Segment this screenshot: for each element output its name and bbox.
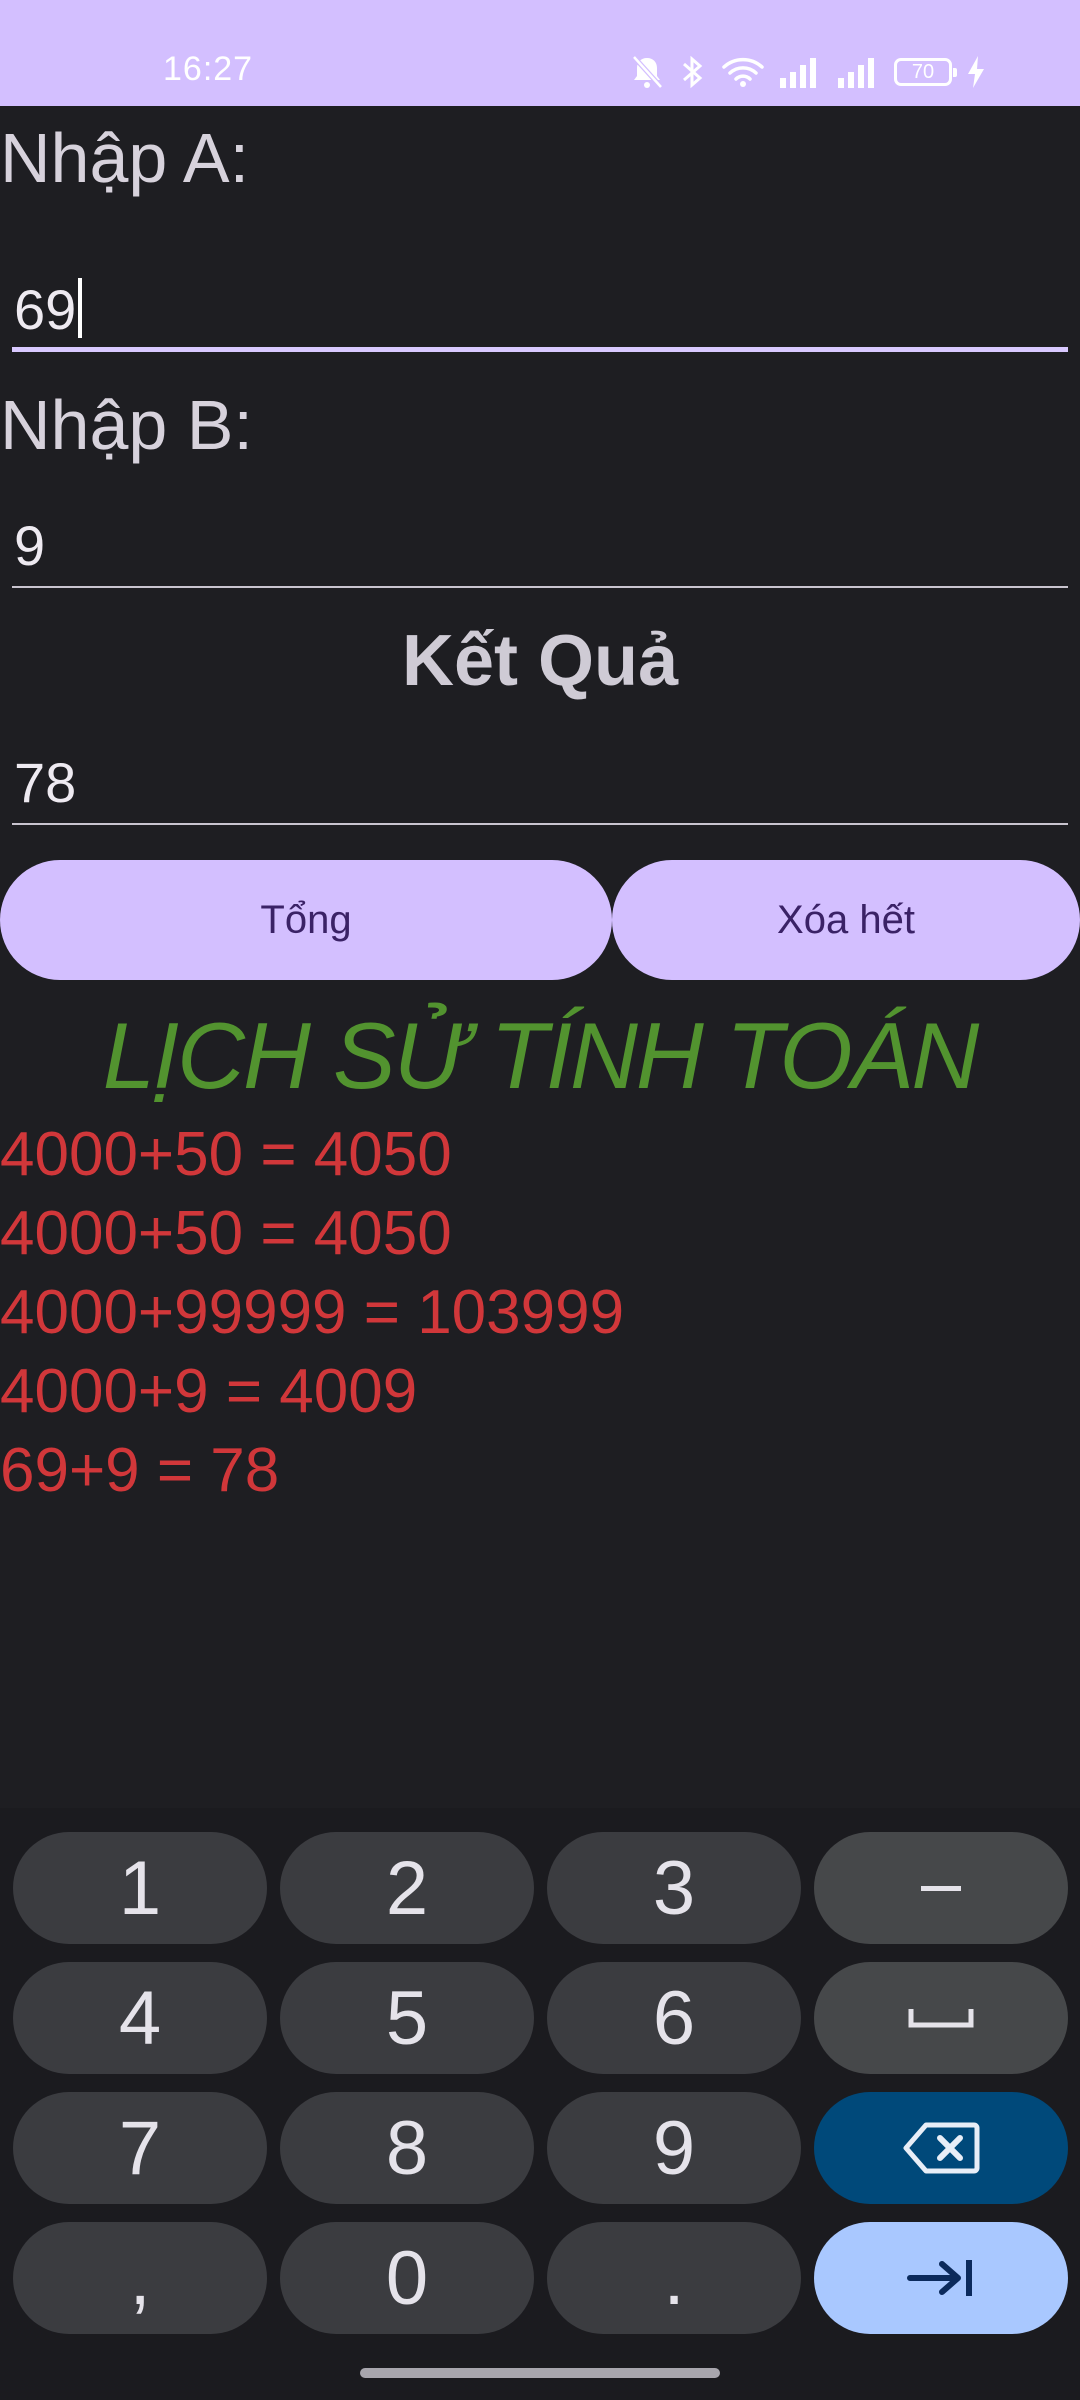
label-b: Nhập B: xyxy=(0,386,253,464)
charging-icon xyxy=(966,55,986,89)
backspace-icon xyxy=(903,2122,980,2174)
history-item: 4000+99999 = 103999 xyxy=(0,1278,625,1347)
input-a-field[interactable]: 69 xyxy=(12,272,1068,352)
key-comma[interactable]: , xyxy=(13,2222,267,2334)
minus-icon xyxy=(921,1886,961,1891)
result-underline xyxy=(12,823,1068,825)
history-item: 69+9 = 78 xyxy=(0,1436,280,1505)
wifi-icon xyxy=(722,55,764,89)
history-item: 4000+50 = 4050 xyxy=(0,1120,452,1189)
key-8[interactable]: 8 xyxy=(280,2092,534,2204)
key-period[interactable]: . xyxy=(547,2222,801,2334)
input-b-field[interactable]: 9 xyxy=(12,508,1068,588)
history-item: 4000+50 = 4050 xyxy=(0,1199,452,1268)
input-a-underline xyxy=(12,347,1068,352)
key-2[interactable]: 2 xyxy=(280,1832,534,1944)
result-field[interactable]: 78 xyxy=(12,745,1068,825)
home-indicator[interactable] xyxy=(360,2368,720,2378)
status-time: 16:27 xyxy=(163,50,254,88)
status-bar: 16:27 70 xyxy=(0,0,1080,106)
signal-icon xyxy=(778,56,822,88)
label-a: Nhập A: xyxy=(0,119,250,197)
input-b-value: 9 xyxy=(14,514,46,577)
mute-icon xyxy=(630,54,664,90)
bluetooth-icon xyxy=(678,54,708,90)
history-title: LỊCH SỬ TÍNH TOÁN xyxy=(102,1003,980,1108)
key-backspace[interactable] xyxy=(814,2092,1068,2204)
history-list: 4000+50 = 4050 4000+50 = 4050 4000+99999… xyxy=(0,1115,624,1510)
key-0[interactable]: 0 xyxy=(280,2222,534,2334)
battery-level: 70 xyxy=(911,60,935,83)
key-space[interactable] xyxy=(814,1962,1068,2074)
status-icons: 70 xyxy=(630,50,986,94)
result-title: Kết Quả xyxy=(401,621,679,701)
tab-next-icon xyxy=(907,2260,972,2296)
space-icon xyxy=(908,2009,974,2028)
result-value: 78 xyxy=(14,751,77,814)
clear-all-button[interactable]: Xóa hết xyxy=(612,860,1080,980)
numeric-keyboard: 1 2 3 4 5 6 7 8 9 , 0 . xyxy=(0,1808,1080,2400)
history-item: 4000+9 = 4009 xyxy=(0,1357,418,1426)
key-next[interactable] xyxy=(814,2222,1068,2334)
battery-icon: 70 xyxy=(894,58,957,86)
key-5[interactable]: 5 xyxy=(280,1962,534,2074)
input-b-underline xyxy=(12,586,1068,588)
key-4[interactable]: 4 xyxy=(13,1962,267,2074)
key-1[interactable]: 1 xyxy=(13,1832,267,1944)
signal-icon xyxy=(836,56,880,88)
input-a-value: 69 xyxy=(14,278,77,341)
key-9[interactable]: 9 xyxy=(547,2092,801,2204)
sum-button[interactable]: Tổng xyxy=(0,860,612,980)
key-3[interactable]: 3 xyxy=(547,1832,801,1944)
key-minus[interactable] xyxy=(814,1832,1068,1944)
text-cursor xyxy=(78,278,83,338)
key-6[interactable]: 6 xyxy=(547,1962,801,2074)
key-7[interactable]: 7 xyxy=(13,2092,267,2204)
